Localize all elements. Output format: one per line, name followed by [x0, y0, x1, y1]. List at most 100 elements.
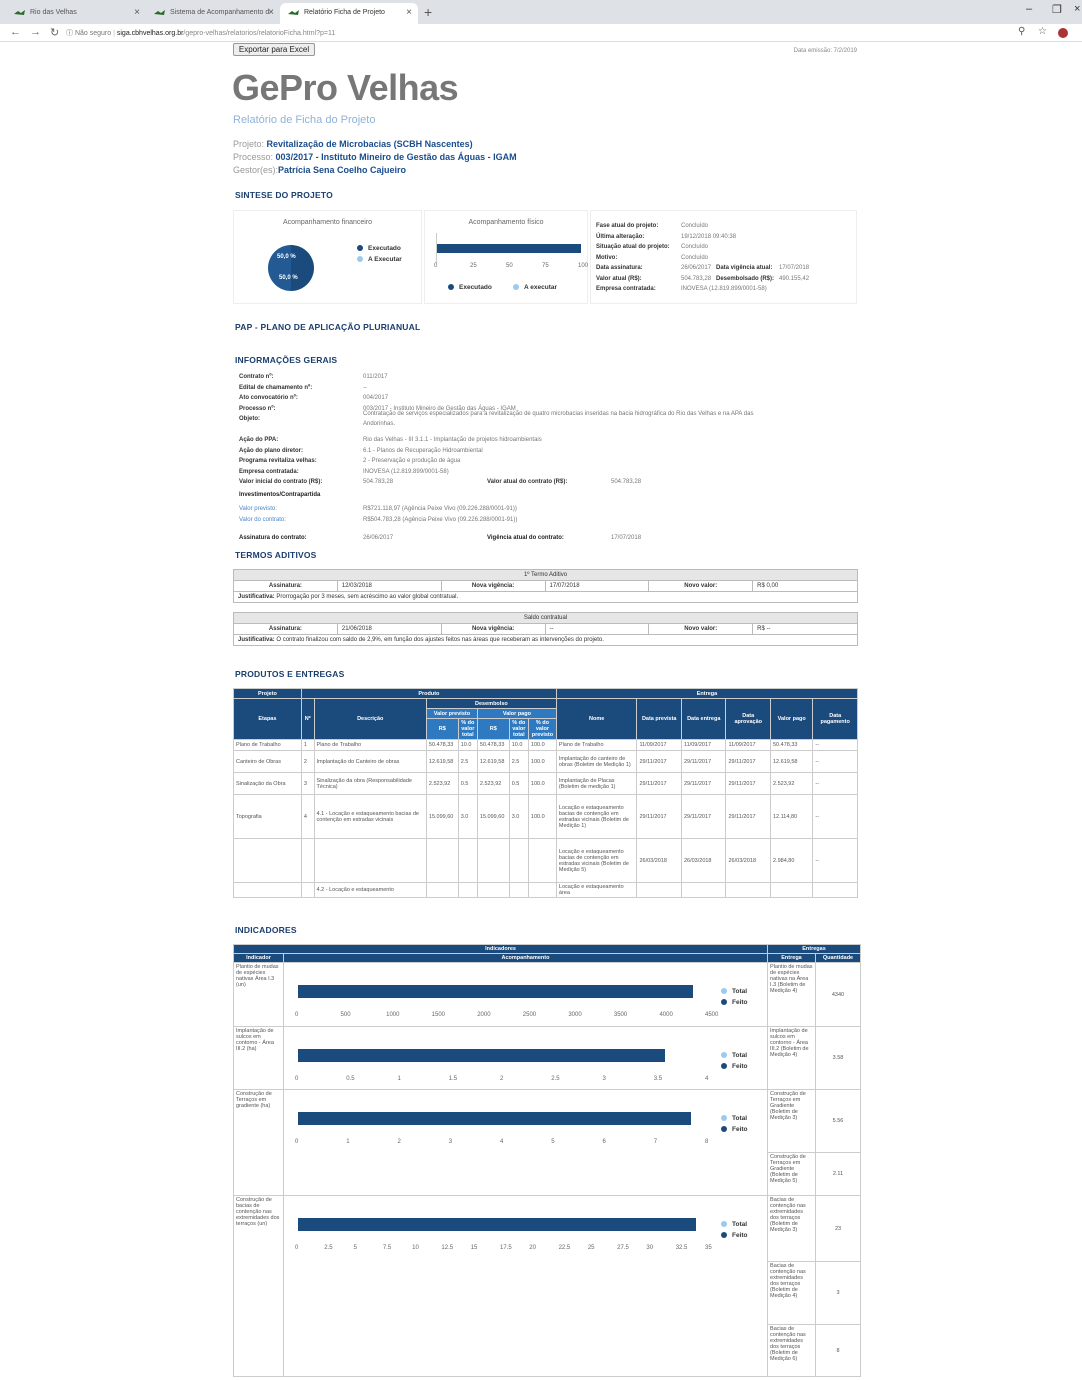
- tick-label: 50: [506, 263, 513, 269]
- table-cell: 2.523,92: [425, 772, 459, 795]
- field-value: 004/2017: [363, 395, 389, 401]
- tick-label: 2: [500, 1076, 504, 1082]
- section-termos-title: TERMOS ADITIVOS: [235, 550, 317, 560]
- tick-label: 5: [551, 1139, 555, 1145]
- legend-dot-icon: [721, 1126, 727, 1133]
- entrega-quantidade: 2.11: [815, 1152, 861, 1196]
- col-group-desembolso: Desembolso: [425, 698, 557, 709]
- col-rs: R$: [425, 718, 459, 740]
- vigencia-value: 17/07/2018: [611, 535, 642, 541]
- browser-tab[interactable]: Rio das Velhas ×: [6, 3, 146, 24]
- url-field[interactable]: ⓘ Não seguro | siga.cbhvelhas.org.br/gep…: [66, 26, 1006, 40]
- legend-total[interactable]: Total: [721, 1221, 747, 1228]
- legend-total[interactable]: Total: [721, 988, 747, 995]
- table-cell: [508, 838, 529, 883]
- legend-a-executar[interactable]: A Executar: [357, 256, 402, 263]
- valor-previsto-row: Valor previsto:: [239, 506, 277, 512]
- close-tab-icon[interactable]: ×: [134, 7, 140, 18]
- legend-label: Feito: [732, 1232, 748, 1239]
- chart-title: Acompanhamento financeiro: [282, 219, 373, 226]
- termo-aditivo-block: Saldo contratual Assinatura: 21/06/2018 Nov…: [233, 612, 858, 646]
- legend-a-executar[interactable]: A executar: [513, 284, 557, 291]
- legend-executado[interactable]: Executado: [357, 245, 401, 252]
- indicador-bar-feito: [298, 1218, 697, 1231]
- table-cell: 11/09/2017: [636, 739, 682, 751]
- chart-title: Acompanhamento físico: [468, 219, 544, 226]
- meta-label: Processo:: [233, 152, 274, 162]
- legend-feito[interactable]: Feito: [721, 1232, 748, 1239]
- close-tab-icon[interactable]: ×: [268, 7, 274, 18]
- legend-total[interactable]: Total: [721, 1115, 747, 1122]
- col-pct2: % do valor total: [508, 718, 529, 740]
- tick-label: 3500: [613, 1012, 628, 1018]
- tick-label: 22.5: [558, 1245, 571, 1251]
- minimize-icon[interactable]: –: [1026, 3, 1032, 15]
- field-label: Processo nº:: [239, 405, 276, 412]
- table-cell: [636, 882, 682, 898]
- table-cell: Topografia: [233, 794, 302, 839]
- table-cell: [812, 882, 858, 898]
- info-icon[interactable]: ⓘ: [66, 30, 73, 37]
- browser-tab-active[interactable]: Relatório Ficha de Projeto ×: [280, 3, 418, 24]
- legend-feito[interactable]: Feito: [721, 999, 748, 1006]
- legend-total[interactable]: Total: [721, 1052, 747, 1059]
- table-cell: [476, 882, 510, 898]
- field-label: Valor inicial do contrato (R$):: [239, 479, 323, 485]
- col-pct: % do valor total: [457, 718, 478, 740]
- tick-label: 3000: [568, 1012, 582, 1018]
- table-cell: [233, 882, 302, 898]
- legend-feito[interactable]: Feito: [721, 1126, 748, 1133]
- col-group-entrega: Entrega: [555, 688, 859, 699]
- assinatura-row: Assinatura do contrato:: [239, 535, 307, 541]
- entrega-name: Plantio de mudas de espécies nativas na …: [767, 962, 816, 1027]
- table-cell: 10.0: [457, 739, 478, 751]
- table-cell: --: [812, 772, 858, 795]
- col-data-aprovacao: Data aprovação: [725, 698, 771, 740]
- export-excel-button[interactable]: Exportar para Excel: [233, 43, 315, 56]
- legend-label: Total: [732, 1052, 748, 1059]
- field-value: --: [363, 384, 367, 391]
- valor-contrato-row: Valor do contrato:: [239, 517, 286, 523]
- maximize-icon[interactable]: ❐: [1052, 3, 1062, 16]
- close-tab-icon[interactable]: ×: [406, 7, 412, 18]
- url-host: siga.cbhvelhas.org.br: [116, 30, 184, 37]
- table-cell: 4.1 - Locação e estaqueamento bacias de …: [313, 794, 427, 839]
- tick-label: 2.5: [324, 1245, 333, 1251]
- col-valor-pago: Valor pago: [769, 698, 814, 740]
- reload-icon[interactable]: ↻: [50, 26, 59, 39]
- table-cell: 2.5: [508, 750, 529, 773]
- col-acompanhamento: Acompanhamento: [282, 953, 769, 963]
- back-icon[interactable]: ←: [10, 26, 21, 38]
- meta-gestor: Gestor(es):Patrícia Sena Coelho Cajueiro: [233, 165, 406, 175]
- close-window-icon[interactable]: ×: [1074, 3, 1080, 15]
- section-geral-title: INFORMAÇÕES GERAIS: [235, 355, 338, 365]
- address-bar: ← → ↻ ⓘ Não seguro | siga.cbhvelhas.org.…: [0, 24, 1082, 42]
- field-value: Contratação de serviços especializados p…: [363, 411, 754, 417]
- tick-label: 7: [653, 1139, 658, 1145]
- new-tab-icon[interactable]: +: [424, 4, 432, 20]
- star-icon[interactable]: ☆: [1038, 26, 1047, 37]
- table-cell: Locação e estaqueamento bacias de conten…: [555, 794, 638, 839]
- tick-label: 4500: [705, 1012, 719, 1018]
- indicador-bar-feito: [298, 1049, 665, 1062]
- field-value: 6.1 - Planos de Recuperação Hidroambient…: [363, 447, 483, 454]
- forward-icon[interactable]: →: [30, 26, 41, 38]
- profile-avatar[interactable]: [1058, 28, 1068, 38]
- legend-executado[interactable]: Executado: [448, 284, 492, 291]
- table-cell: 3: [300, 772, 315, 795]
- table-row: Plano de Trabalho 1 Plano de Trabalho 50.47…: [233, 739, 858, 751]
- browser-tab[interactable]: Sistema de Acompanhamento d ×: [146, 3, 280, 24]
- table-cell: --: [812, 838, 858, 883]
- table-cell: --: [812, 739, 858, 751]
- termo-value: 12/03/2018: [336, 580, 442, 592]
- legend-feito[interactable]: Feito: [721, 1063, 748, 1070]
- termo-label: Novo valor:: [648, 580, 754, 592]
- tab-title: Sistema de Acompanhamento d: [170, 9, 270, 16]
- table-cell: 12.114,80: [769, 794, 814, 839]
- table-cell: 50.478,33: [769, 739, 814, 751]
- termo-label: Nova vigência:: [440, 623, 546, 635]
- zoom-icon[interactable]: ⚲: [1018, 26, 1025, 37]
- field-value: 2 - Preservação e produção de água: [363, 458, 461, 464]
- indicador-chart-cell: [282, 1089, 769, 1196]
- field-value: Rio das Velhas - III 3.1.1 - Implantação…: [363, 437, 542, 443]
